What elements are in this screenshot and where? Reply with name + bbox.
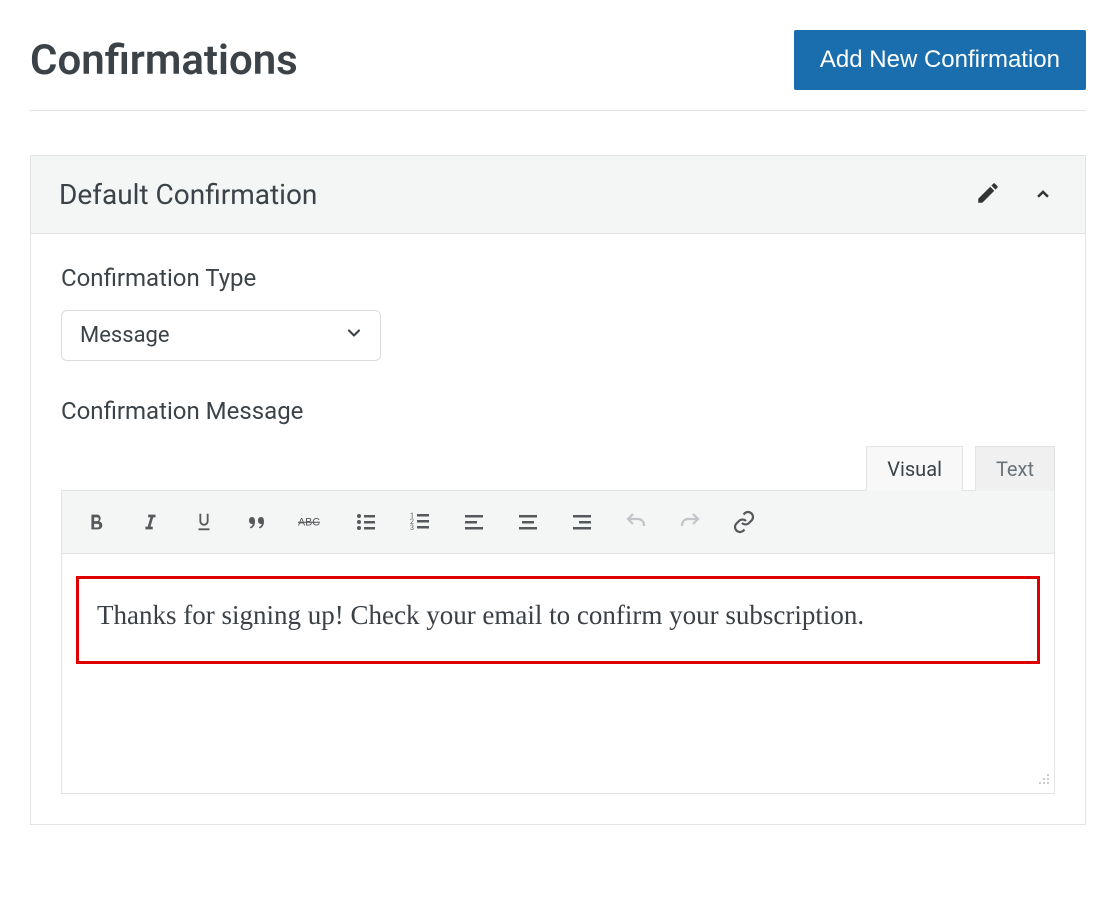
add-new-confirmation-button[interactable]: Add New Confirmation [794,30,1086,90]
strikethrough-icon[interactable]: ABC [286,501,338,543]
panel-title: Default Confirmation [59,178,317,211]
align-right-icon[interactable] [556,501,608,543]
confirmation-panel: Default Confirmation Confirmation Type M… [30,155,1086,825]
bullet-list-icon[interactable] [340,501,392,543]
italic-icon[interactable] [124,501,176,543]
chevron-up-icon[interactable] [1029,179,1057,211]
confirmation-type-label: Confirmation Type [61,264,1055,292]
resize-handle-icon[interactable] [1036,770,1050,789]
confirmation-type-value: Message [80,323,170,348]
bold-icon[interactable] [70,501,122,543]
editor-text[interactable]: Thanks for signing up! Check your email … [76,576,1040,664]
underline-icon[interactable] [178,501,230,543]
align-left-icon[interactable] [448,501,500,543]
blockquote-icon[interactable] [232,501,284,543]
undo-icon[interactable] [610,501,662,543]
chevron-down-icon [344,323,364,349]
page-title: Confirmations [30,36,298,85]
confirmation-message-label: Confirmation Message [61,397,1055,425]
link-icon[interactable] [718,501,770,543]
svg-text:3: 3 [410,524,414,532]
edit-icon[interactable] [975,180,1001,210]
svg-text:ABC: ABC [298,516,320,528]
align-center-icon[interactable] [502,501,554,543]
editor-toolbar: ABC 123 [61,490,1055,554]
redo-icon[interactable] [664,501,716,543]
confirmation-type-select[interactable]: Message [61,310,381,361]
tab-visual[interactable]: Visual [866,446,963,491]
panel-header: Default Confirmation [31,156,1085,234]
editor-content-area[interactable]: Thanks for signing up! Check your email … [61,554,1055,794]
numbered-list-icon[interactable]: 123 [394,501,446,543]
tab-text[interactable]: Text [975,446,1055,491]
